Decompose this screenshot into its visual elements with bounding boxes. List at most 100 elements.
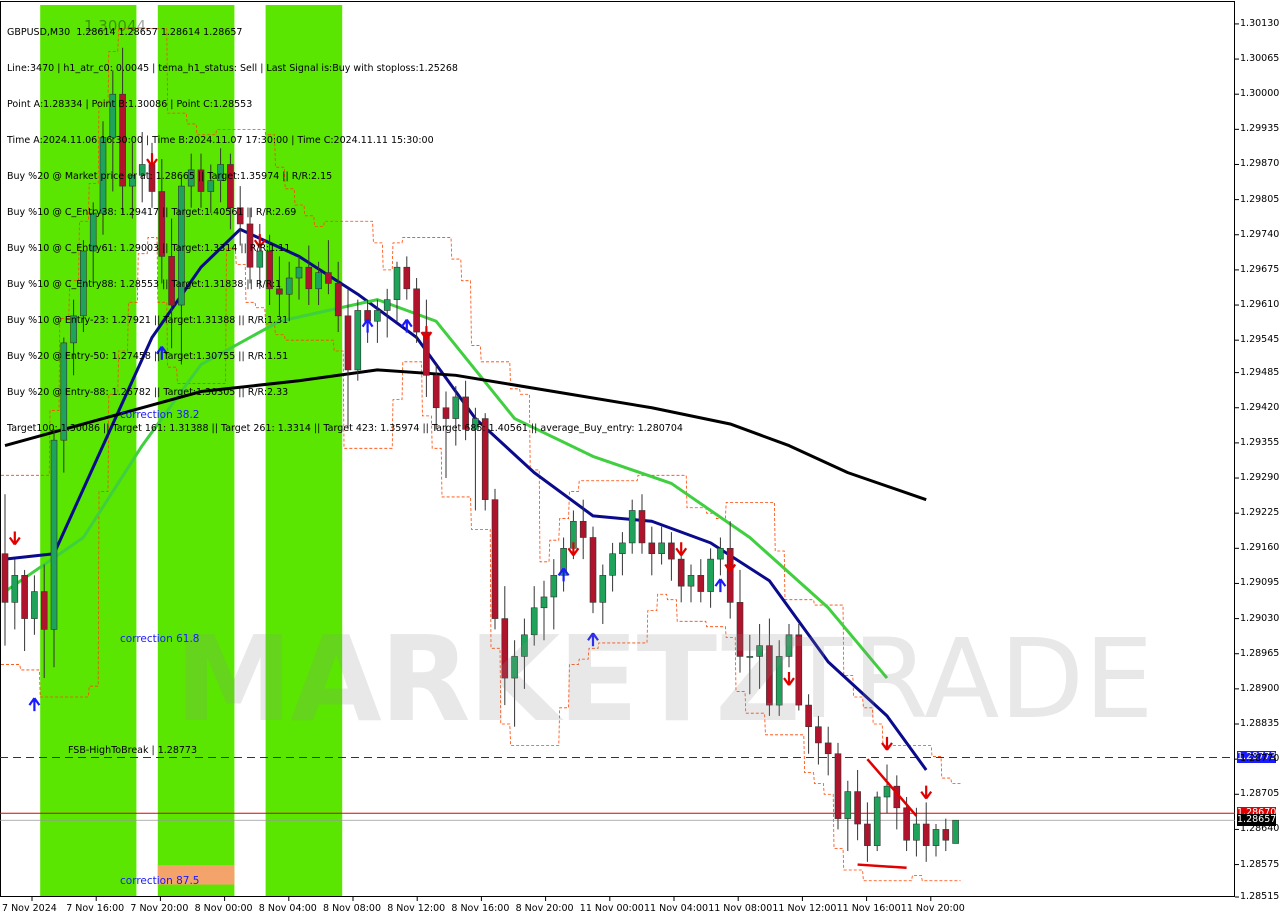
candle-body bbox=[883, 785, 891, 798]
y-tick-label: 1.28965 bbox=[1240, 647, 1280, 659]
candle-body bbox=[844, 791, 852, 819]
candle-body bbox=[873, 796, 881, 846]
candle bbox=[834, 742, 842, 830]
x-tick-label: 11 Nov 04:00 bbox=[644, 903, 709, 914]
info-line: Buy %10 @ C_Entry38: 1.29417 || Target:1… bbox=[7, 207, 297, 218]
buy-arrow-icon bbox=[28, 697, 41, 712]
candle bbox=[873, 791, 881, 852]
candle bbox=[697, 559, 705, 603]
candle bbox=[21, 569, 28, 652]
candle-body bbox=[609, 553, 616, 576]
candle bbox=[707, 548, 714, 608]
candle-body bbox=[579, 520, 587, 538]
info-line: Time A:2024.11.06 16:30:00 | Time B:2024… bbox=[7, 135, 434, 146]
x-tick-label: 8 Nov 20:00 bbox=[515, 903, 574, 914]
sell-arrow-icon bbox=[567, 542, 580, 556]
candle bbox=[648, 526, 656, 576]
candle-body bbox=[922, 823, 930, 846]
candle-body bbox=[50, 439, 58, 630]
x-tick-label: 8 Nov 08:00 bbox=[323, 903, 382, 914]
info-line: Buy %20 @ Entry-88: 1.26782 || Target:1.… bbox=[7, 387, 289, 398]
candle bbox=[893, 775, 901, 830]
candle bbox=[952, 819, 959, 844]
y-tick-label: 1.29225 bbox=[1240, 507, 1280, 519]
candle-body bbox=[942, 829, 950, 841]
sell-arrow-icon bbox=[724, 558, 737, 573]
candle-body bbox=[677, 558, 685, 587]
candle-body bbox=[952, 819, 959, 844]
x-tick-label: 11 Nov 20:00 bbox=[900, 903, 965, 914]
info-line: Buy %10 @ Entry-23: 1.27921 || Target:1.… bbox=[7, 315, 289, 326]
y-tick-label: 1.28900 bbox=[1240, 682, 1280, 694]
x-tick-label: 7 Nov 2024 bbox=[2, 903, 57, 914]
correction-87-label: correction 87.5 bbox=[120, 875, 200, 887]
watermark-trade: TRADE bbox=[785, 615, 1154, 743]
y-tick-label: 1.29290 bbox=[1240, 472, 1280, 484]
info-line: Buy %10 @ C_Entry61: 1.29003 || Target:1… bbox=[7, 243, 291, 254]
candle-body bbox=[697, 575, 705, 592]
candle bbox=[619, 532, 626, 576]
candle-body bbox=[11, 575, 19, 603]
candle-body bbox=[726, 548, 734, 603]
y-tick-label: 1.28640 bbox=[1240, 823, 1280, 835]
candle-body bbox=[589, 537, 597, 603]
candle-body bbox=[687, 575, 695, 587]
candle bbox=[658, 526, 665, 565]
y-tick-label: 1.29675 bbox=[1240, 263, 1280, 275]
candle-body bbox=[628, 510, 636, 544]
candle-body bbox=[31, 591, 38, 619]
y-tick-label: 1.29740 bbox=[1240, 228, 1280, 240]
candle bbox=[589, 526, 597, 614]
candle-body bbox=[903, 807, 910, 841]
info-line: Buy %20 @ Entry-50: 1.27458 || Target:1.… bbox=[7, 351, 289, 362]
candle-body bbox=[648, 542, 656, 555]
y-tick-label: 1.29545 bbox=[1240, 334, 1280, 346]
candle-body bbox=[717, 548, 724, 560]
candle-body bbox=[599, 575, 607, 603]
buy-arrow-icon bbox=[557, 567, 570, 582]
candle-body bbox=[638, 510, 646, 544]
y-tick-label: 1.29935 bbox=[1240, 123, 1280, 135]
y-tick-label: 1.29420 bbox=[1240, 401, 1280, 413]
candle bbox=[717, 537, 724, 576]
x-tick-label: 8 Nov 00:00 bbox=[194, 903, 253, 914]
candle bbox=[677, 548, 685, 603]
candle bbox=[668, 532, 675, 581]
candle bbox=[687, 564, 695, 603]
fsb-label: FSB-HighToBreak | 1.28773 bbox=[68, 745, 198, 756]
y-tick-label: 1.29095 bbox=[1240, 577, 1280, 589]
candle-body bbox=[932, 829, 940, 846]
x-tick-label: 11 Nov 08:00 bbox=[708, 903, 773, 914]
candle-body bbox=[913, 823, 920, 841]
x-tick-label: 11 Nov 00:00 bbox=[579, 903, 644, 914]
candle bbox=[922, 802, 930, 862]
candle-body bbox=[540, 596, 548, 609]
info-line: Point A:1.28334 | Point B:1.30086 | Poin… bbox=[7, 99, 253, 110]
candle-body bbox=[834, 753, 842, 819]
info-line: Target100: 1.30086 || Target 161: 1.3138… bbox=[7, 423, 683, 434]
info-line: Buy %10 @ C_Entry88: 1.28553 || Target:1… bbox=[7, 279, 282, 290]
y-tick-label: 1.29355 bbox=[1240, 436, 1280, 448]
y-tick-label: 1.28705 bbox=[1240, 788, 1280, 800]
candle-body bbox=[491, 499, 499, 619]
candle-body bbox=[854, 791, 861, 825]
y-tick-label: 1.28515 bbox=[1240, 891, 1280, 902]
x-tick-label: 7 Nov 20:00 bbox=[130, 903, 189, 914]
candle bbox=[628, 499, 636, 554]
info-line: Line:3470 | h1_atr_c0: 0.0045 | tema_h1_… bbox=[7, 63, 458, 74]
candle bbox=[932, 824, 940, 857]
candle bbox=[942, 818, 950, 852]
x-tick-label: 11 Nov 16:00 bbox=[836, 903, 901, 914]
candle bbox=[491, 488, 499, 630]
sell-arrow-icon bbox=[920, 785, 933, 800]
x-tick-label: 7 Nov 16:00 bbox=[66, 903, 125, 914]
info-panel: GBPUSD,M30 1.28614 1.28657 1.28614 1.286… bbox=[7, 3, 683, 447]
watermark-marketz: MARKETZ bbox=[175, 610, 801, 748]
candle-body bbox=[1, 553, 9, 603]
y-tick-label: 1.29610 bbox=[1240, 299, 1280, 311]
y-tick-label: 1.28575 bbox=[1240, 858, 1280, 870]
candle-body bbox=[864, 823, 871, 846]
y-tick-label: 1.29485 bbox=[1240, 366, 1280, 378]
x-tick-label: 8 Nov 16:00 bbox=[451, 903, 510, 914]
candle bbox=[638, 494, 646, 554]
